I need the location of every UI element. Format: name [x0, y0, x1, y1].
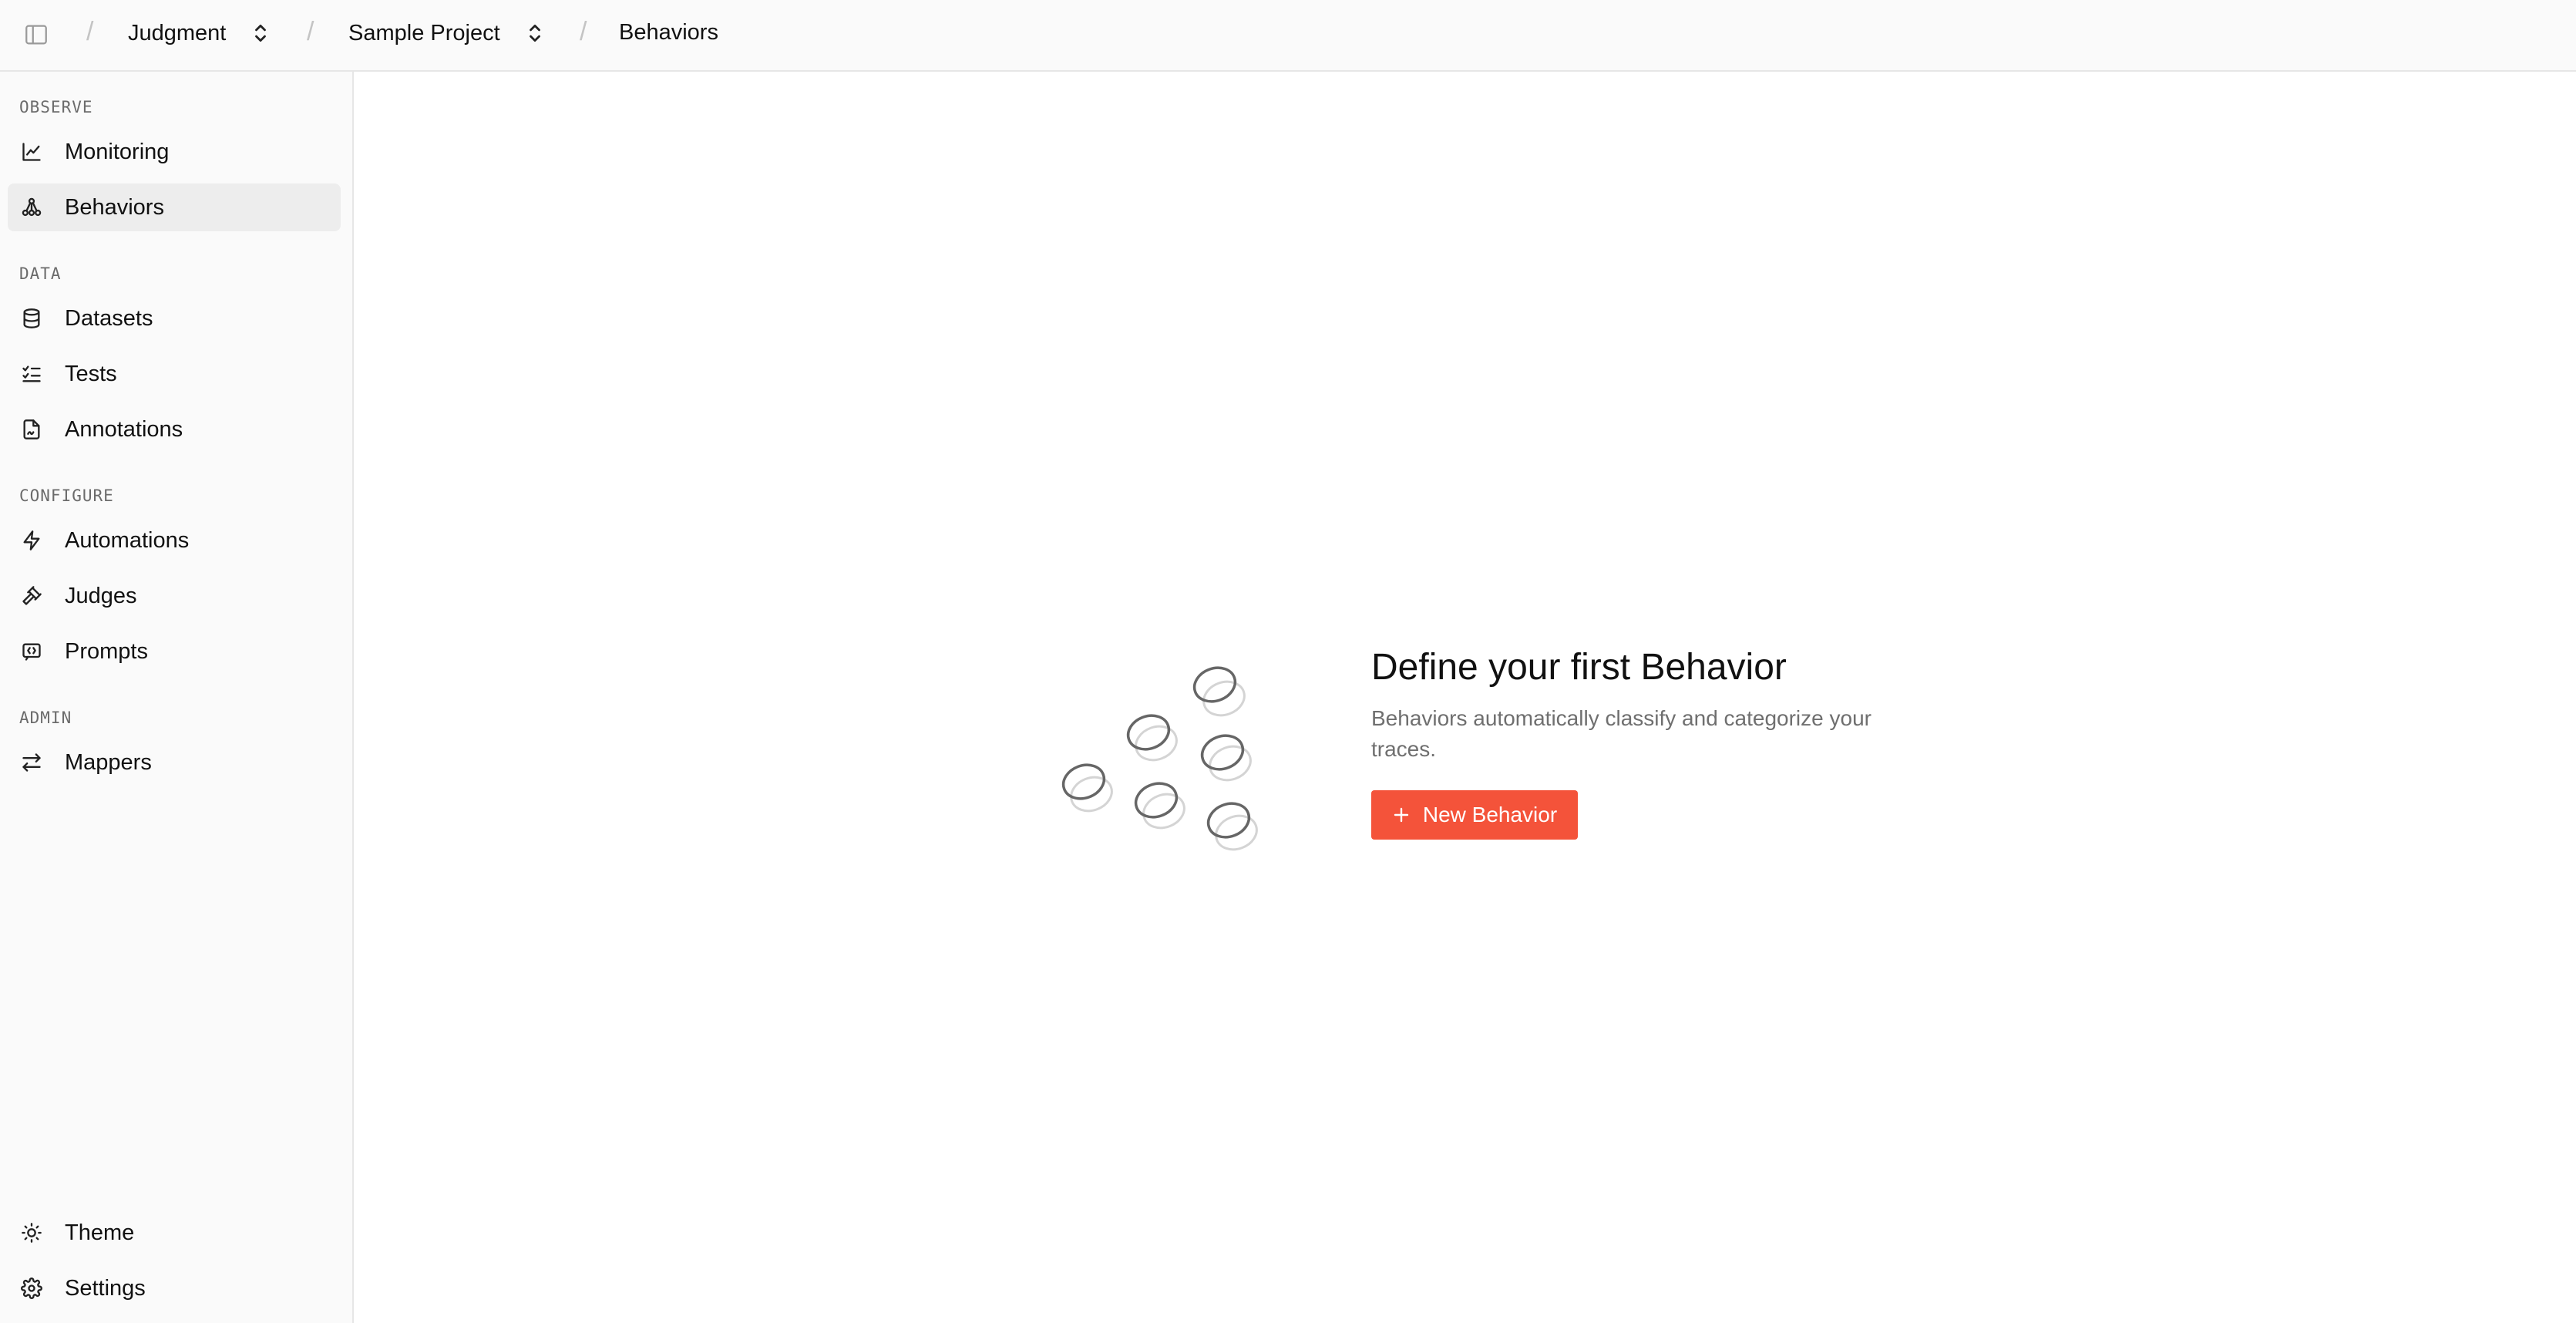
- top-bar: / Judgment / Sample Project / Behaviors: [0, 0, 2576, 72]
- sidebar-item-label: Theme: [65, 1220, 135, 1245]
- sidebar-item-monitoring[interactable]: Monitoring: [8, 128, 341, 176]
- sidebar-item-annotations[interactable]: Annotations: [8, 406, 341, 453]
- page-title: Behaviors: [619, 20, 718, 45]
- gavel-icon: [20, 584, 43, 608]
- sidebar-item-label: Settings: [65, 1275, 146, 1301]
- file-signature-icon: [20, 418, 43, 441]
- sidebar-item-judges[interactable]: Judges: [8, 572, 341, 620]
- empty-state-description: Behaviors automatically classify and cat…: [1371, 706, 1871, 761]
- sidebar-item-label: Prompts: [65, 638, 148, 664]
- sidebar-item-tests[interactable]: Tests: [8, 350, 341, 398]
- gear-icon: [20, 1277, 43, 1300]
- sidebar: OBSERVE Monitoring Behaviors DATA Datase…: [0, 72, 354, 1323]
- sidebar-item-label: Mappers: [65, 749, 152, 775]
- sidebar-item-label: Tests: [65, 361, 117, 386]
- checklist-icon: [20, 362, 43, 385]
- sidebar-toggle-icon[interactable]: [23, 22, 49, 48]
- new-behavior-label: New Behavior: [1422, 803, 1558, 826]
- chevron-up-down-icon: [255, 25, 267, 42]
- sidebar-item-datasets[interactable]: Datasets: [8, 295, 341, 342]
- chevron-up-down-icon: [529, 25, 540, 42]
- empty-state-title: Define your first Behavior: [1371, 647, 1787, 688]
- network-nodes-icon: [20, 196, 43, 219]
- breadcrumb-current-page: Behaviors: [619, 20, 718, 45]
- sidebar-item-label: Datasets: [65, 305, 153, 331]
- sidebar-item-automations[interactable]: Automations: [8, 517, 341, 564]
- code-square-icon: [20, 640, 43, 663]
- sidebar-item-mappers[interactable]: Mappers: [8, 739, 341, 786]
- sidebar-item-theme[interactable]: Theme: [8, 1209, 341, 1257]
- new-behavior-button[interactable]: New Behavior: [1371, 790, 1578, 840]
- section-label-observe: OBSERVE: [19, 98, 93, 116]
- lightning-icon: [20, 529, 43, 552]
- behavior-clusters-illustration: [1061, 666, 1258, 851]
- project-name: Sample Project: [348, 20, 500, 45]
- section-label-configure: CONFIGURE: [19, 486, 114, 505]
- sidebar-item-label: Judges: [65, 583, 137, 608]
- sidebar-item-settings[interactable]: Settings: [8, 1264, 341, 1312]
- arrows-swap-icon: [20, 751, 43, 774]
- plus-icon: [1394, 807, 1409, 823]
- org-switcher[interactable]: Judgment: [128, 20, 269, 46]
- breadcrumb-separator: /: [580, 17, 587, 46]
- section-label-admin: ADMIN: [19, 709, 72, 727]
- database-icon: [20, 307, 43, 330]
- sidebar-item-behaviors[interactable]: Behaviors: [8, 183, 341, 231]
- project-switcher[interactable]: Sample Project: [348, 20, 543, 46]
- section-label-data: DATA: [19, 264, 62, 283]
- breadcrumb-separator: /: [307, 17, 314, 46]
- sidebar-item-label: Annotations: [65, 416, 183, 442]
- breadcrumb-separator: /: [86, 17, 94, 46]
- line-chart-icon: [20, 140, 43, 163]
- sidebar-item-prompts[interactable]: Prompts: [8, 628, 341, 675]
- org-name: Judgment: [128, 20, 227, 45]
- sidebar-item-label: Behaviors: [65, 194, 164, 220]
- sun-icon: [20, 1221, 43, 1244]
- sidebar-item-label: Monitoring: [65, 139, 170, 164]
- sidebar-item-label: Automations: [65, 527, 190, 553]
